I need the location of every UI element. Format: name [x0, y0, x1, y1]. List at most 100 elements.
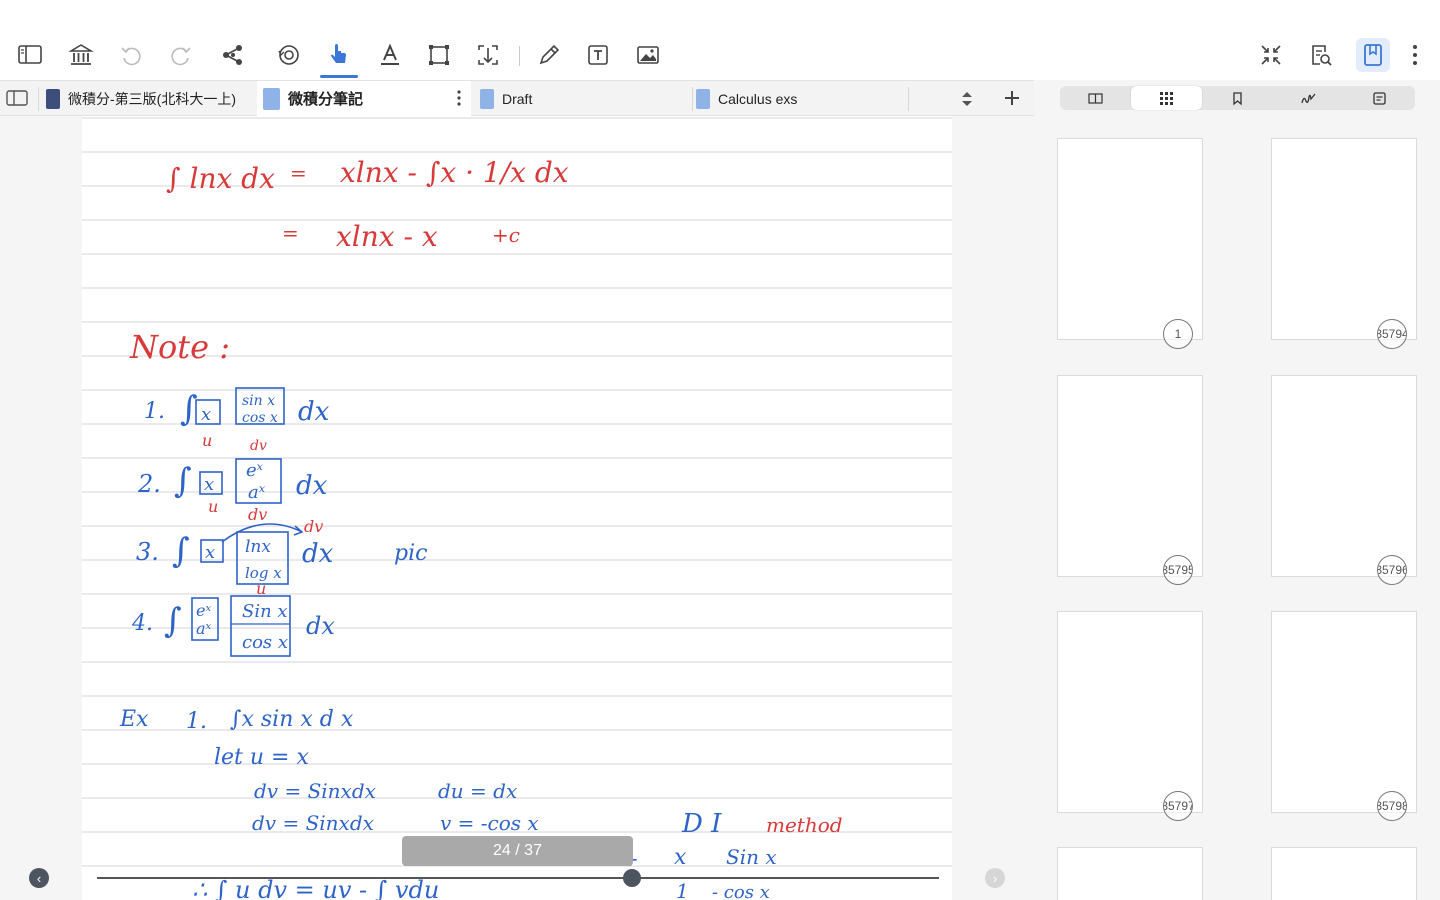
sidebar-segmented-control	[1060, 86, 1415, 110]
hand-pointer-icon[interactable]	[320, 38, 358, 78]
svg-text:∫: ∫	[174, 461, 192, 501]
more-icon[interactable]	[1398, 38, 1432, 72]
page-thumbnail[interactable]	[1057, 611, 1203, 813]
hw-n3-dx: dx	[302, 539, 334, 569]
hw-n4-a1: eˣ	[196, 601, 211, 620]
hw-n3: 3.	[136, 538, 159, 566]
add-tab-icon[interactable]	[1003, 89, 1021, 112]
hw-n1-dvl: dv	[250, 438, 267, 454]
previous-page-icon[interactable]: ‹	[29, 868, 49, 888]
hw-n1-u: x	[201, 404, 211, 425]
hw-ex1-let: let u = x	[214, 745, 309, 770]
search-document-icon[interactable]	[1304, 38, 1338, 72]
bookmark-icon	[1233, 91, 1242, 105]
tab-bar: 微積分-第三版(北科大一上) 微積分筆記 Draft Calculus exs	[0, 80, 1034, 116]
hw-ex: Ex	[119, 707, 149, 732]
hw-n3-dvl: dv	[304, 517, 323, 536]
page-thumbnail[interactable]	[1057, 375, 1203, 577]
hw-ex1-r1a: dv = Sinxdx	[254, 779, 376, 803]
hw-n2-dv1: eˣ	[246, 460, 264, 481]
page-thumbnail[interactable]	[1271, 138, 1417, 340]
tab-label: Draft	[502, 90, 533, 107]
side-tab-notes[interactable]	[1344, 86, 1415, 110]
sidebar-toggle-icon[interactable]	[13, 38, 47, 72]
page-thumbnail[interactable]	[1271, 611, 1417, 813]
hw-n1-dv1: sin x	[242, 393, 275, 409]
hw-n4-a2: aˣ	[196, 619, 212, 638]
hw-final: ∴ ∫ u dv = uv - ∫ vdu	[192, 876, 439, 900]
thumbnail-page-number: 1	[1163, 319, 1193, 349]
book-icon	[1088, 92, 1103, 104]
undo-icon[interactable]	[114, 38, 148, 72]
page-transform-icon[interactable]	[471, 38, 505, 72]
split-view-icon[interactable]	[6, 89, 28, 112]
pencil-icon[interactable]	[532, 38, 566, 72]
hw-n1-dv2: cos x	[242, 410, 278, 426]
library-icon[interactable]	[64, 38, 98, 72]
side-tab-grid[interactable]	[1131, 86, 1202, 110]
hw-ex1: ∫x sin x d x	[230, 707, 354, 732]
document-icon	[46, 88, 60, 109]
tab-label: 微積分-第三版(北科大一上)	[68, 90, 236, 107]
hw-n3-dv1: lnx	[245, 537, 271, 557]
hw-line2-eq: =	[282, 221, 299, 245]
page-thumbnail[interactable]	[1057, 138, 1203, 340]
settings-sync-icon[interactable]	[272, 38, 306, 72]
hw-n4: 4.	[131, 611, 153, 636]
hw-n2-dv2: aˣ	[248, 482, 266, 503]
tab-draft[interactable]: Draft	[480, 81, 690, 116]
tab-label: 微積分筆記	[288, 91, 364, 108]
document-icon	[480, 88, 494, 109]
crop-icon[interactable]	[422, 38, 456, 72]
hw-line2-c: +c	[492, 223, 520, 247]
page-slider-track[interactable]	[97, 877, 939, 879]
thumbnail-page-number: 35798	[1377, 791, 1407, 821]
notes-icon	[1373, 91, 1386, 105]
hw-line1-eq: =	[290, 161, 307, 185]
hw-n1: 1.	[144, 399, 165, 424]
image-icon[interactable]	[631, 38, 665, 72]
bookmark-panel-icon[interactable]	[1356, 38, 1390, 72]
hw-n3-ul: u	[256, 579, 266, 598]
side-tab-bookmarks[interactable]	[1202, 86, 1273, 110]
hw-line1-right: xlnx - ∫x · 1/x dx	[340, 156, 569, 189]
svg-text:∫: ∫	[164, 601, 182, 641]
hw-n4-dx: dx	[306, 612, 335, 640]
page-slider-knob[interactable]	[622, 869, 641, 887]
hw-n2-u: x	[204, 474, 214, 495]
notebook-page[interactable]: ∫ lnx dx = xlnx - ∫x · 1/x dx = xlnx - x…	[82, 116, 952, 900]
hw-note: Note :	[129, 328, 230, 366]
tab-calculus-textbook[interactable]: 微積分-第三版(北科大一上)	[46, 81, 256, 116]
collapse-icon[interactable]	[1254, 38, 1288, 72]
thumbnail-page-number: 35794	[1377, 319, 1407, 349]
page-thumbnail[interactable]	[1057, 847, 1203, 900]
hw-n4-b1: Sin x	[242, 601, 288, 622]
side-tab-book[interactable]	[1060, 86, 1131, 110]
text-highlighter-icon[interactable]	[373, 38, 407, 72]
hw-ex1-r2b: v = -cos x	[440, 811, 539, 835]
tab-menu-icon[interactable]	[457, 90, 461, 110]
hw-n4-b2: cos x	[242, 632, 288, 653]
hw-line2-right: xlnx - x	[336, 220, 438, 253]
page-thumbnail[interactable]	[1271, 847, 1417, 900]
textbox-icon[interactable]	[581, 38, 615, 72]
page-indicator: 24 / 37	[402, 836, 633, 866]
tab-calculus-notes[interactable]: 微積分筆記	[257, 81, 471, 116]
share-icon[interactable]	[216, 38, 250, 72]
redo-icon[interactable]	[164, 38, 198, 72]
hw-n1-ul: u	[202, 431, 212, 450]
thumbnail-page-number: 35795	[1163, 555, 1193, 585]
svg-text:∫: ∫	[180, 389, 198, 429]
toolbar	[0, 0, 1440, 80]
hw-di-one: 1	[676, 879, 689, 900]
page-thumbnail[interactable]	[1271, 375, 1417, 577]
hw-n2-ul: u	[208, 497, 218, 516]
hw-di-sin: Sin x	[726, 845, 777, 869]
hw-n2-dx: dx	[296, 471, 328, 501]
tab-sort-icon[interactable]	[960, 90, 974, 113]
side-tab-handwriting[interactable]	[1273, 86, 1344, 110]
hw-di-x: x	[674, 845, 687, 870]
hw-ex1-r2a: dv = Sinxdx	[252, 811, 374, 835]
tab-calculus-exs[interactable]: Calculus exs	[696, 81, 906, 116]
next-page-icon[interactable]: ›	[985, 868, 1005, 888]
